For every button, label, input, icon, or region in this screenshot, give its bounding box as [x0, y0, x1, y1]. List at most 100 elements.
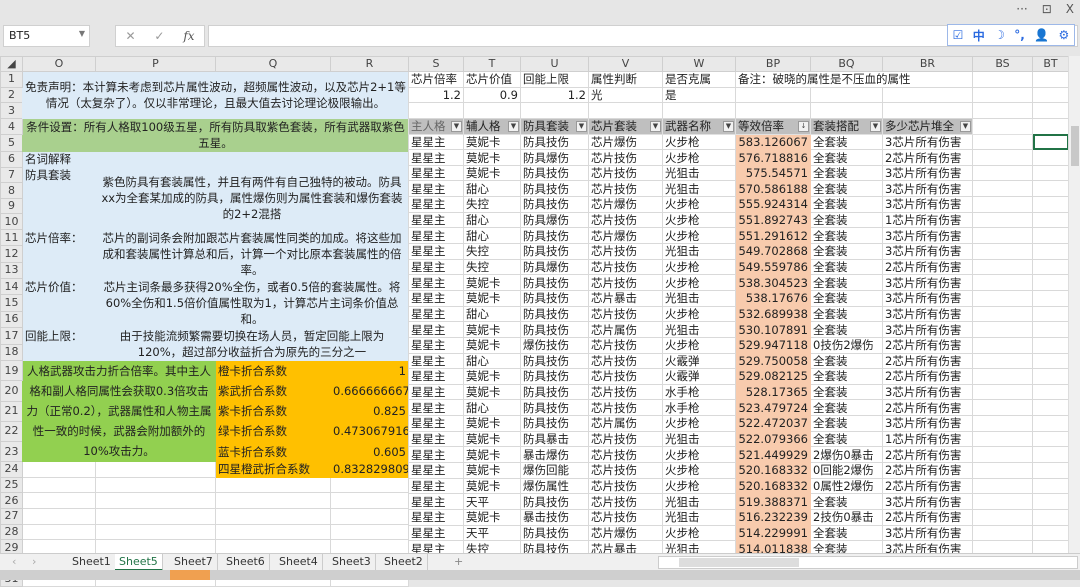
cell[interactable] [408, 102, 464, 119]
row-header[interactable]: 27 [0, 508, 23, 525]
chip-set[interactable]: 芯片技伤 [588, 368, 663, 385]
coef-label[interactable]: 紫卡折合系数 [215, 400, 331, 422]
coef-value[interactable]: 1 [330, 360, 409, 382]
tab-scroll-right-icon[interactable]: › [28, 554, 40, 571]
set-combo[interactable]: 全套装 [810, 243, 883, 260]
ime-punct-icon[interactable]: °, [1014, 28, 1025, 42]
cell[interactable] [588, 102, 663, 119]
ime-gear-icon[interactable]: ⚙ [1059, 28, 1070, 42]
set-combo[interactable]: 全套装 [810, 211, 883, 229]
param-header[interactable]: 芯片倍率 [408, 71, 464, 88]
cell-BT28[interactable] [1032, 493, 1069, 510]
disclaimer-cell[interactable]: 免责声明：本计算未考虑到芯片属性波动，超频属性波动，以及芯片2+1等情况（太复杂… [22, 71, 409, 119]
sub-char[interactable]: 天平 [463, 524, 521, 542]
chip-set[interactable]: 芯片技伤 [588, 446, 663, 464]
chip-set[interactable]: 芯片技伤 [588, 462, 663, 479]
cell[interactable] [215, 508, 331, 525]
col-header-BS[interactable]: BS [972, 56, 1033, 72]
restore-icon[interactable]: ⊡ [1042, 2, 1052, 16]
armor-set[interactable]: 防具技伤 [520, 399, 589, 417]
coef-value[interactable]: 0.473067916 [330, 420, 409, 442]
cell[interactable] [972, 289, 1033, 307]
weapon[interactable]: 火步枪 [662, 477, 736, 495]
set-combo[interactable]: 全套装 [810, 383, 883, 401]
sub-char[interactable]: 莫妮卡 [463, 415, 521, 432]
cell-BT13[interactable] [1032, 258, 1069, 276]
tab-sheet6[interactable]: Sheet6 [222, 554, 270, 571]
main-char[interactable]: 星星主 [408, 133, 464, 151]
weapon-text[interactable]: 人格武器攻击力折合倍率。其中主人格和副人格同属性会获取0.3倍攻击力（正常0.2… [22, 360, 216, 463]
cell[interactable] [972, 102, 1033, 119]
main-char[interactable]: 星星主 [408, 493, 464, 510]
row-header[interactable]: 6 [0, 150, 23, 168]
main-char[interactable]: 星星主 [408, 274, 464, 291]
cell[interactable] [972, 399, 1033, 417]
chip-set[interactable]: 芯片技伤 [588, 508, 663, 526]
chip-count[interactable]: 3芯片所有伤害 [882, 180, 973, 198]
set-combo[interactable]: 全套装 [810, 180, 883, 198]
energy-label[interactable]: 回能上限： [22, 327, 96, 345]
weapon[interactable]: 光狙击 [662, 493, 736, 510]
equiv-rate[interactable]: 520.168332 [735, 462, 811, 479]
sub-char[interactable]: 莫妮卡 [463, 289, 521, 307]
main-char[interactable]: 星星主 [408, 211, 464, 229]
chip-rate-label[interactable]: 芯片倍率： [22, 229, 96, 247]
param-header[interactable]: 回能上限 [520, 71, 589, 88]
param-value[interactable]: 是 [662, 86, 736, 104]
ime-user-icon[interactable]: 👤 [1034, 28, 1049, 42]
row-header[interactable]: 25 [0, 476, 23, 494]
equiv-rate[interactable]: 521.449929 [735, 446, 811, 464]
cell[interactable] [972, 86, 1033, 104]
scroll-thumb[interactable] [1071, 126, 1079, 166]
cell[interactable] [810, 86, 883, 104]
cell[interactable] [972, 493, 1033, 510]
weapon[interactable]: 光狙击 [662, 180, 736, 198]
row-header[interactable]: 4 [0, 117, 23, 136]
weapon[interactable]: 火步枪 [662, 133, 736, 151]
chip-set[interactable]: 芯片技伤 [588, 430, 663, 448]
coef-label[interactable]: 绿卡折合系数 [215, 420, 331, 442]
col-header-BP[interactable]: BP [735, 56, 811, 72]
weapon[interactable]: 火霰弹 [662, 352, 736, 370]
chip-set[interactable]: 芯片技伤 [588, 399, 663, 417]
chip-count[interactable]: 3芯片所有伤害 [882, 274, 973, 291]
row-header[interactable]: 23 [0, 440, 23, 463]
sub-char[interactable]: 莫妮卡 [463, 164, 521, 182]
cell[interactable] [810, 102, 883, 119]
chip-set[interactable]: 芯片技伤 [588, 180, 663, 198]
armor-set[interactable]: 防具技伤 [520, 368, 589, 385]
cell-BT21[interactable] [1032, 383, 1069, 401]
chip-set[interactable]: 芯片爆伤 [588, 133, 663, 151]
row-header[interactable]: 8 [0, 182, 23, 199]
cell[interactable] [330, 476, 409, 494]
sub-char[interactable]: 莫妮卡 [463, 133, 521, 151]
chip-set[interactable]: 芯片技伤 [588, 258, 663, 276]
cancel-icon[interactable]: ✕ [125, 29, 135, 43]
main-char[interactable]: 星星主 [408, 524, 464, 542]
main-char[interactable]: 星星主 [408, 477, 464, 495]
weapon[interactable]: 火步枪 [662, 274, 736, 291]
chip-count[interactable]: 1芯片所有伤害 [882, 211, 973, 229]
chip-set[interactable]: 芯片技伤 [588, 336, 663, 354]
chip-set[interactable]: 芯片技伤 [588, 477, 663, 495]
row-header[interactable]: 7 [0, 166, 23, 184]
cell[interactable] [735, 102, 811, 119]
cell[interactable] [1032, 71, 1069, 88]
more-icon[interactable]: ··· [1016, 2, 1027, 16]
filter-dropdown-icon[interactable]: ▼ [650, 120, 661, 132]
equiv-rate[interactable]: 532.689938 [735, 305, 811, 323]
equiv-rate[interactable]: 528.17365 [735, 383, 811, 401]
chip-count[interactable]: 3芯片所有伤害 [882, 305, 973, 323]
col-header-BQ[interactable]: BQ [810, 56, 883, 72]
weapon[interactable]: 光狙击 [662, 321, 736, 338]
equiv-rate[interactable]: 549.559786 [735, 258, 811, 276]
sub-char[interactable]: 失控 [463, 258, 521, 276]
cell[interactable] [972, 477, 1033, 495]
chip-count[interactable]: 2芯片所有伤害 [882, 508, 973, 526]
chip-set[interactable]: 芯片属伤 [588, 415, 663, 432]
cell[interactable] [972, 258, 1033, 276]
armor-label[interactable]: 防具套装 [22, 166, 96, 184]
armor-set[interactable]: 防具技伤 [520, 524, 589, 542]
chip-value-label[interactable]: 芯片价值： [22, 278, 96, 296]
cell-BT29[interactable] [1032, 508, 1069, 526]
